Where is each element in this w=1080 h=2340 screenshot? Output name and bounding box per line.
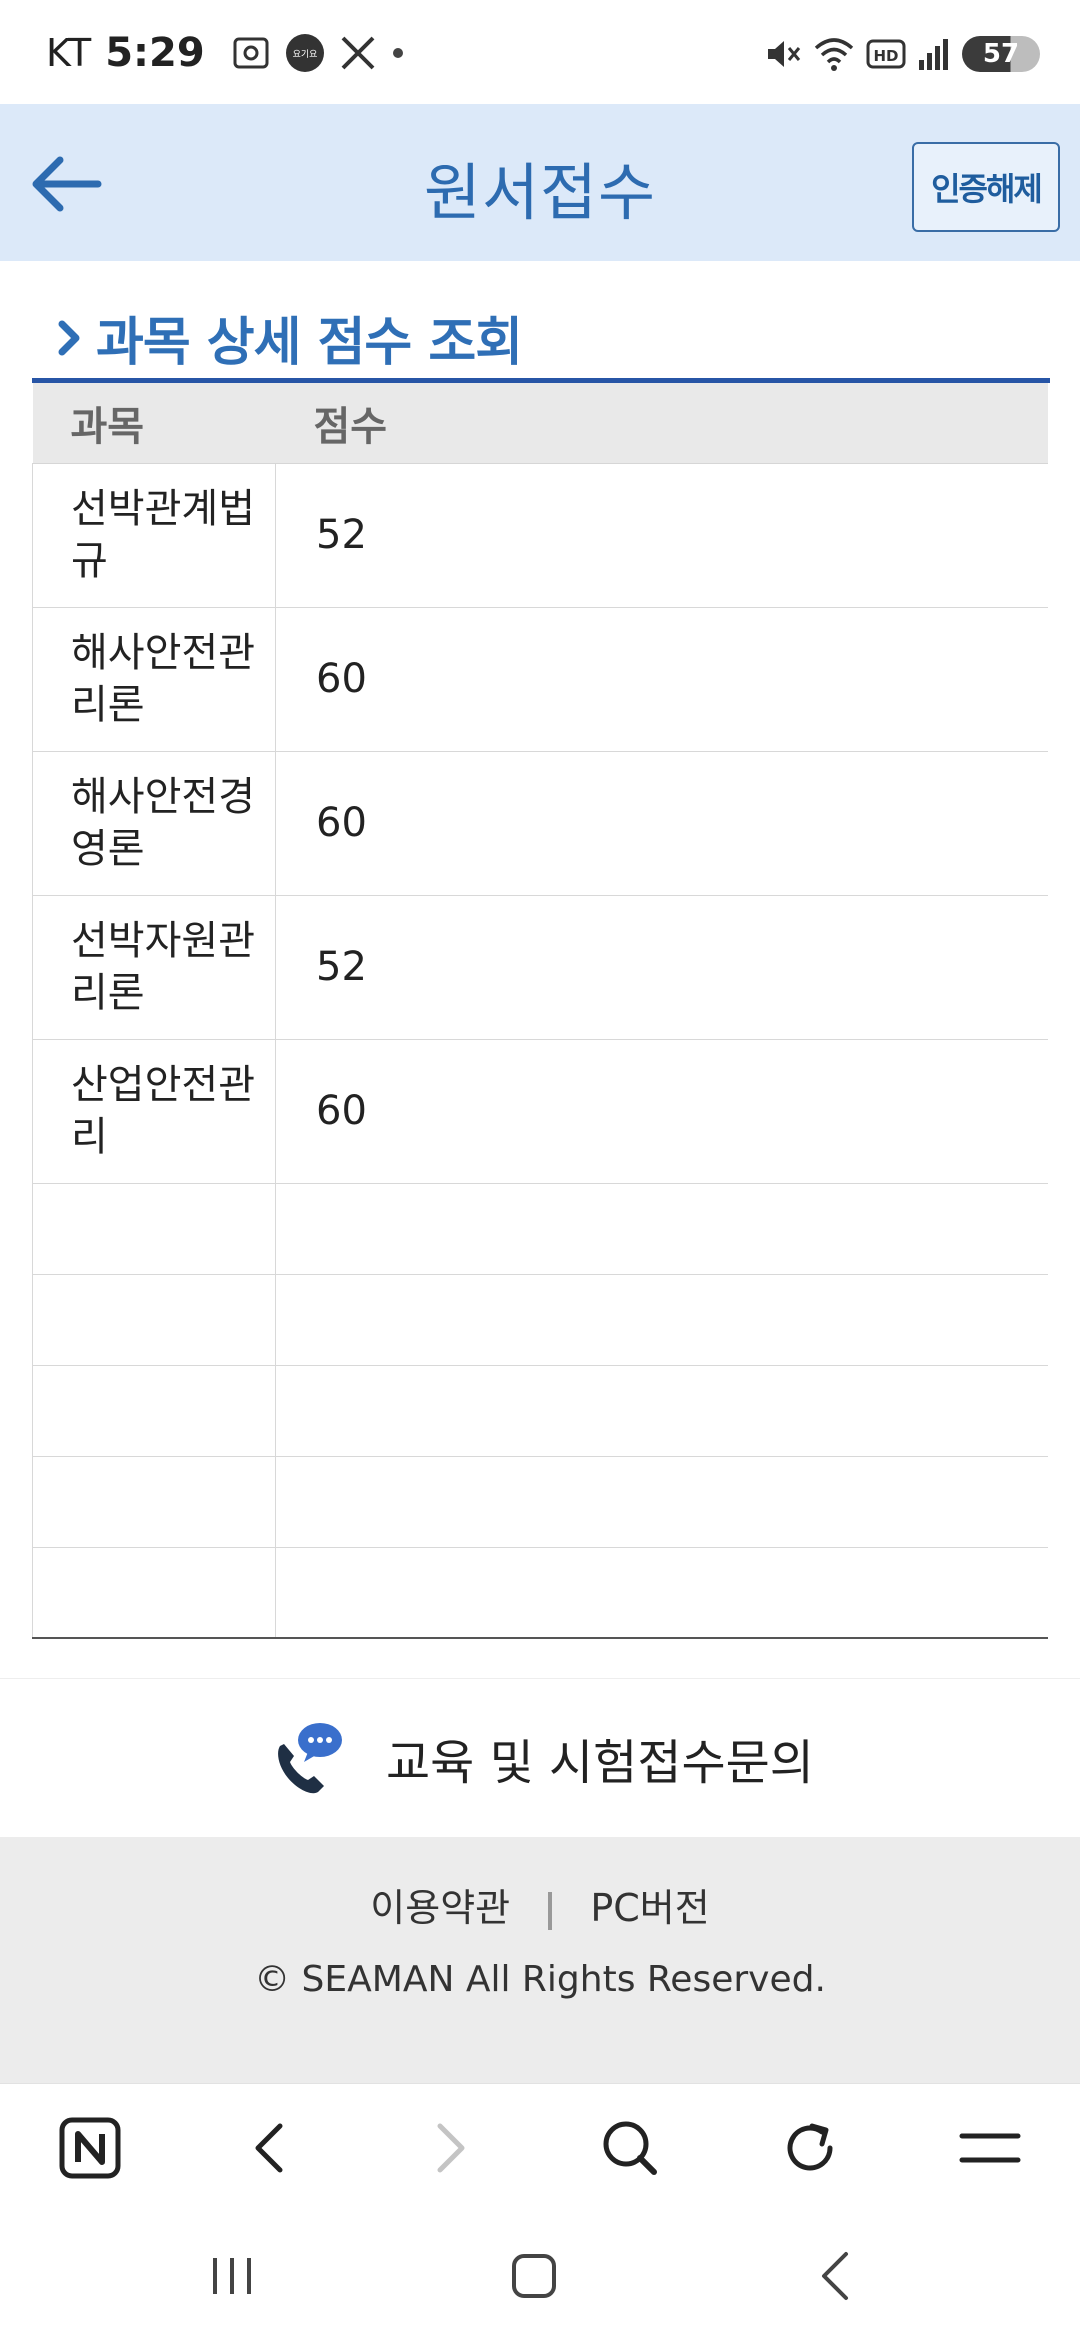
score-cell: 60: [275, 607, 1048, 752]
clock: 5:29: [105, 30, 205, 76]
refresh-button[interactable]: [774, 2114, 846, 2186]
score-cell: 52: [275, 463, 1048, 608]
column-header-subject: 과목: [32, 383, 276, 464]
cancel-authentication-button[interactable]: 인증해제: [912, 142, 1060, 232]
wifi-icon: [812, 34, 856, 74]
table-row: 해사안전경영론 60: [32, 751, 1048, 896]
svg-text:요기요: 요기요: [292, 49, 317, 60]
hamburger-menu-icon: [958, 2128, 1022, 2172]
empty-table-row: [32, 1274, 1048, 1366]
column-header-score: 점수: [275, 383, 1048, 464]
chevron-right-icon: [56, 316, 84, 360]
system-navigation-bar: [0, 2213, 1080, 2340]
empty-table-row: [32, 1456, 1048, 1548]
more-notifications-dot-icon: [391, 46, 405, 60]
hd-voice-icon: HD: [866, 37, 906, 71]
section-title: 과목 상세 점수 조회: [96, 313, 523, 373]
app-header: 원서접수 인증해제: [0, 104, 1080, 261]
subject-cell: 해사안전관리론: [32, 607, 276, 752]
footer-links: 이용약관 PC버전: [0, 1877, 1080, 1932]
table-row: 선박관계법규 52: [32, 463, 1048, 608]
chevron-left-icon: [250, 2120, 290, 2180]
subject-cell: 선박자원관리론: [32, 895, 276, 1040]
score-cell: 52: [275, 895, 1048, 1040]
score-cell: 60: [275, 751, 1048, 896]
section-heading: 과목 상세 점수 조회: [56, 300, 523, 375]
naver-home-button[interactable]: [54, 2114, 126, 2186]
home-icon: [509, 2251, 559, 2305]
subject-cell: 산업안전관리: [32, 1039, 276, 1184]
menu-button[interactable]: [954, 2114, 1026, 2186]
table-row: 산업안전관리 60: [32, 1039, 1048, 1184]
screenshot-icon: [231, 33, 271, 73]
status-bar: KT 5:29 요기요 HD 57: [0, 0, 1080, 104]
empty-table-row: [32, 1547, 1048, 1639]
pc-version-link[interactable]: PC버전: [590, 1886, 709, 1930]
score-table: 과목 점수 선박관계법규 52 해사안전관리론 60 해사안전경영론 60 선박…: [32, 383, 1048, 1639]
footer: 이용약관 PC버전 © SEAMAN All Rights Reserved.: [0, 1837, 1080, 2083]
recent-apps-icon: [207, 2254, 257, 2302]
empty-table-row: [32, 1365, 1048, 1457]
copyright-text: © SEAMAN All Rights Reserved.: [254, 1959, 826, 2000]
mute-icon: [762, 34, 802, 74]
chevron-right-icon: [430, 2120, 470, 2180]
signal-icon: [916, 36, 952, 72]
terms-link[interactable]: 이용약관: [370, 1886, 510, 1930]
subject-cell: 선박관계법규: [32, 463, 276, 608]
browser-toolbar: [0, 2083, 1080, 2213]
refresh-icon: [780, 2118, 840, 2182]
inquiry-label: 교육 및 시험접수문의: [386, 1735, 814, 1791]
yogiyo-app-icon: 요기요: [285, 33, 325, 73]
table-row: 해사안전관리론 60: [32, 607, 1048, 752]
naver-n-icon: [58, 2116, 122, 2184]
footer-separator: [548, 1891, 553, 1930]
phone-chat-icon: [266, 1718, 346, 1798]
carrier-label: KT: [46, 31, 92, 75]
empty-table-row: [32, 1183, 1048, 1275]
search-icon: [600, 2118, 660, 2182]
battery-indicator: 57: [962, 36, 1040, 72]
x-app-icon: [339, 34, 377, 72]
browser-back-button[interactable]: [234, 2114, 306, 2186]
back-chevron-icon: [816, 2250, 856, 2306]
home-button[interactable]: [494, 2243, 574, 2313]
browser-forward-button[interactable]: [414, 2114, 486, 2186]
table-row: 선박자원관리론 52: [32, 895, 1048, 1040]
subject-cell: 해사안전경영론: [32, 751, 276, 896]
table-header-row: 과목 점수: [32, 383, 1048, 464]
inquiry-link[interactable]: 교육 및 시험접수문의: [0, 1679, 1080, 1837]
score-cell: 60: [275, 1039, 1048, 1184]
svg-text:HD: HD: [873, 47, 898, 65]
search-button[interactable]: [594, 2114, 666, 2186]
recent-apps-button[interactable]: [192, 2243, 272, 2313]
system-back-button[interactable]: [796, 2243, 876, 2313]
